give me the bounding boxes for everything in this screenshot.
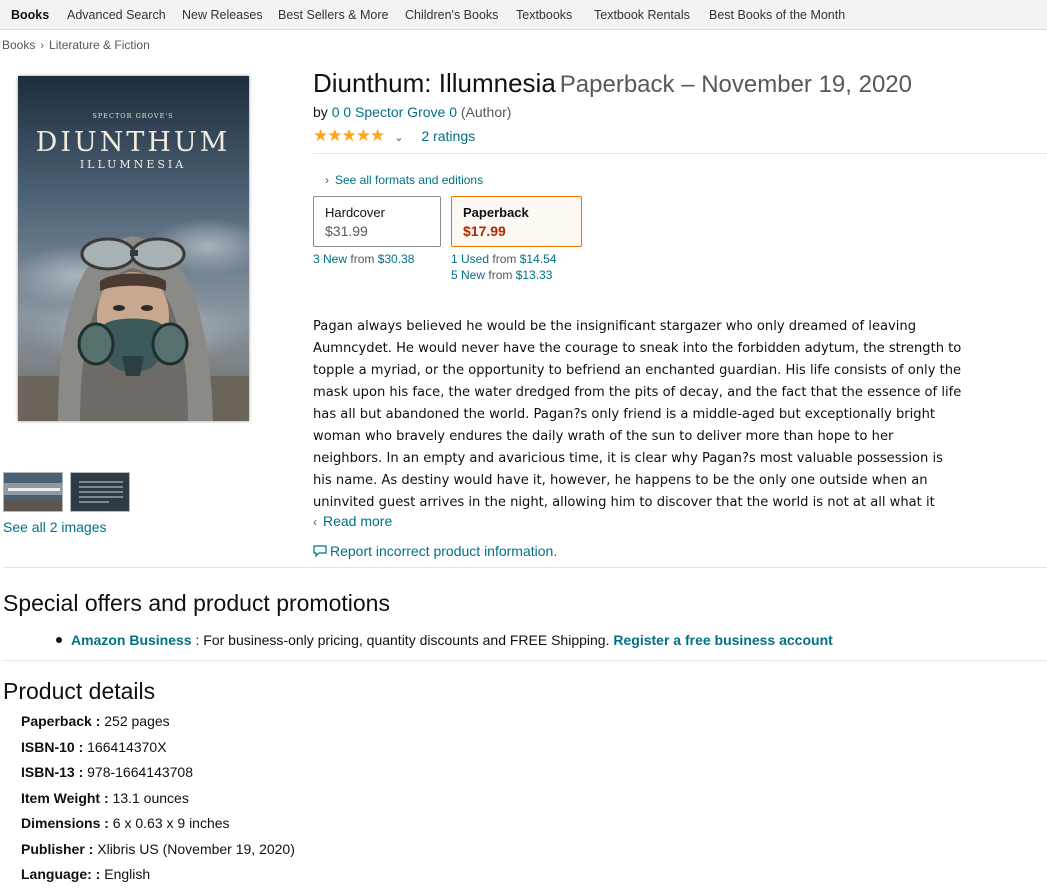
cover-subtitle-text: ILLUMNESIA	[80, 158, 186, 171]
detail-row-publisher: Publisher : Xlibris US (November 19, 202…	[21, 841, 295, 857]
by-label: by	[313, 104, 328, 120]
chevron-right-icon: ›	[325, 173, 329, 187]
promotions-heading: Special offers and product promotions	[3, 590, 390, 616]
offer-count: 5 New	[451, 268, 486, 282]
detail-value: 6 x 0.63 x 9 inches	[112, 815, 230, 831]
product-details-heading: Product details	[3, 678, 156, 704]
product-format-date: Paperback – November 19, 2020	[559, 71, 912, 98]
thumbnail-front-cover[interactable]	[3, 472, 63, 512]
format-name: Paperback	[463, 205, 529, 220]
promotion-item: Amazon Business : For business-only pric…	[56, 632, 833, 648]
detail-key: Paperback :	[21, 713, 101, 729]
breadcrumb-literature-fiction[interactable]: Literature & Fiction	[49, 38, 150, 52]
divider	[3, 567, 1047, 568]
amazon-business-link[interactable]: Amazon Business	[71, 632, 192, 648]
format-price: $31.99	[325, 223, 368, 239]
nav-best-sellers[interactable]: Best Sellers & More	[278, 8, 388, 22]
ratings-count-link[interactable]: 2 ratings	[421, 128, 475, 144]
report-label: Report incorrect product information.	[330, 543, 558, 559]
hardcover-new-offer[interactable]: 3 New from $30.38	[313, 252, 414, 266]
divider	[313, 153, 1047, 154]
bullet-icon	[56, 637, 62, 643]
detail-value: Xlibris US (November 19, 2020)	[97, 841, 295, 857]
cover-title-text: DIUNTHUM	[36, 127, 231, 158]
read-more-label: Read more	[323, 513, 393, 529]
detail-value: English	[104, 866, 151, 882]
product-title: Diunthum: Illumnesia Paperback – November…	[313, 68, 912, 99]
chevron-left-icon: ‹	[313, 515, 317, 529]
detail-value: 252 pages	[104, 713, 170, 729]
format-option-paperback[interactable]: Paperback $17.99	[451, 196, 582, 247]
book-cover-image[interactable]: SPECTOR GROVE'S DIUNTHUM ILLUMNESIA	[18, 76, 249, 421]
format-price: $17.99	[463, 223, 506, 239]
nav-new-releases[interactable]: New Releases	[182, 8, 263, 22]
detail-row-isbn10: ISBN-10 : 166414370X	[21, 739, 167, 755]
thumbnail-back-image	[71, 473, 129, 511]
offer-from-label: from	[350, 252, 375, 266]
nav-textbook-rentals[interactable]: Textbook Rentals	[594, 8, 690, 22]
detail-key: Publisher :	[21, 841, 94, 857]
promotion-text: : For business-only pricing, quantity di…	[191, 632, 614, 648]
paperback-used-offer[interactable]: 1 Used from $14.54	[451, 252, 556, 266]
speech-bubble-icon	[313, 545, 327, 558]
register-business-link[interactable]: Register a free business account	[613, 632, 832, 648]
cover-top-text: SPECTOR GROVE'S	[92, 112, 173, 120]
thumbnail-back-cover[interactable]	[70, 472, 130, 512]
thumbnail-front-image	[4, 473, 62, 511]
cover-illustration: SPECTOR GROVE'S DIUNTHUM ILLUMNESIA	[18, 76, 249, 421]
offer-from-label: from	[492, 252, 517, 266]
nav-best-books-month[interactable]: Best Books of the Month	[709, 8, 845, 22]
breadcrumb-books[interactable]: Books	[2, 38, 35, 52]
format-option-hardcover[interactable]: Hardcover $31.99	[313, 196, 441, 247]
product-title-text: Diunthum: Illumnesia	[313, 68, 556, 98]
nav-advanced-search[interactable]: Advanced Search	[67, 8, 166, 22]
category-nav: Books Advanced Search New Releases Best …	[0, 0, 1047, 30]
author-link[interactable]: 0 0 Spector Grove 0	[332, 104, 457, 120]
format-name: Hardcover	[325, 205, 385, 220]
detail-row-isbn13: ISBN-13 : 978-1664143708	[21, 764, 193, 780]
paperback-new-offer[interactable]: 5 New from $13.33	[451, 268, 552, 282]
detail-key: Item Weight :	[21, 790, 109, 806]
author-role: (Author)	[460, 104, 512, 120]
detail-key: Language: :	[21, 866, 101, 882]
nav-books[interactable]: Books	[11, 8, 49, 22]
offer-price: $13.33	[515, 268, 553, 282]
detail-value: 13.1 ounces	[112, 790, 189, 806]
report-info-link[interactable]: Report incorrect product information.	[313, 543, 557, 559]
detail-row-language: Language: : English	[21, 866, 150, 882]
breadcrumb-separator-icon: ›	[40, 40, 45, 52]
detail-value: 166414370X	[87, 739, 167, 755]
chevron-down-icon[interactable]: ⌄	[394, 132, 403, 144]
detail-key: Dimensions :	[21, 815, 109, 831]
detail-key: ISBN-13 :	[21, 764, 84, 780]
star-rating-icon[interactable]: ★★★★★	[313, 126, 385, 145]
byline: by 0 0 Spector Grove 0 (Author)	[313, 104, 511, 120]
see-all-images-link[interactable]: See all 2 images	[3, 519, 107, 535]
see-all-formats-label: See all formats and editions	[335, 173, 484, 187]
nav-childrens-books[interactable]: Children's Books	[405, 8, 498, 22]
divider	[3, 660, 1047, 661]
offer-price: $30.38	[377, 252, 415, 266]
detail-row-paperback: Paperback : 252 pages	[21, 713, 170, 729]
offer-count: 1 Used	[451, 252, 490, 266]
book-description: Pagan always believed he would be the in…	[313, 319, 962, 510]
read-more-link[interactable]: ‹ Read more	[313, 513, 392, 529]
rating-row: ★★★★★ ⌄ 2 ratings	[313, 126, 475, 146]
detail-row-dimensions: Dimensions : 6 x 0.63 x 9 inches	[21, 815, 230, 831]
breadcrumb: Books › Literature & Fiction	[2, 38, 150, 52]
detail-value: 978-1664143708	[87, 764, 194, 780]
detail-key: ISBN-10 :	[21, 739, 84, 755]
detail-row-weight: Item Weight : 13.1 ounces	[21, 790, 189, 806]
see-all-formats-link[interactable]: › See all formats and editions	[325, 173, 483, 187]
offer-count: 3 New	[313, 252, 348, 266]
offer-price: $14.54	[519, 252, 557, 266]
nav-textbooks[interactable]: Textbooks	[516, 8, 572, 22]
offer-from-label: from	[488, 268, 513, 282]
